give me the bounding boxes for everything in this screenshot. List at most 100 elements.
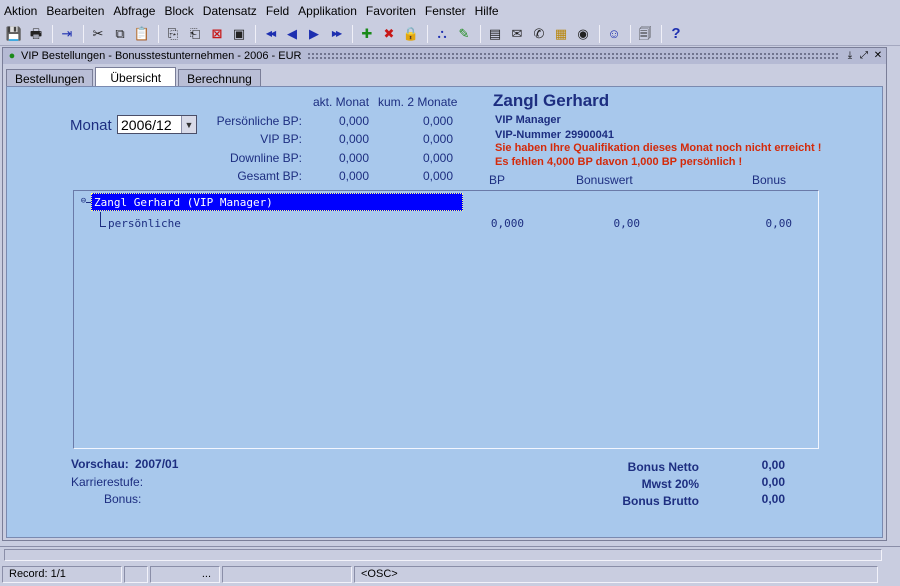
personal-bp-current: 0,000 [338, 114, 369, 128]
month-select[interactable]: 2006/12 ▼ [117, 115, 197, 134]
member-name: Zangl Gerhard [493, 91, 610, 110]
bonus-netto-value: 0,00 [761, 458, 785, 472]
titlebar-grip [307, 52, 838, 60]
missing-bp-warning: Es fehlen 4,000 BP davon 1,000 BP persön… [495, 156, 743, 168]
vip-number-label: VIP-Nummer [495, 129, 562, 141]
minimize-button[interactable]: ⤓ [844, 50, 856, 62]
user-icon[interactable]: ☺ [604, 24, 624, 44]
menu-datensatz[interactable]: Datensatz [203, 4, 257, 18]
toolbar-separator [352, 24, 353, 43]
toolbar-separator [630, 24, 631, 43]
qualification-warning: Sie haben Ihre Qualifikation dieses Mona… [495, 142, 822, 154]
menu-applikation[interactable]: Applikation [298, 4, 357, 18]
menu-favoriten[interactable]: Favoriten [366, 4, 416, 18]
menu-abfrage[interactable]: Abfrage [113, 4, 155, 18]
bonus-netto-label: Bonus Netto [627, 460, 699, 474]
menu-bearbeiten[interactable]: Bearbeiten [46, 4, 104, 18]
menu-feld[interactable]: Feld [266, 4, 289, 18]
report-icon[interactable]: ▤ [485, 24, 505, 44]
tree-child-node[interactable]: persönliche [108, 217, 181, 230]
total-bp-current: 0,000 [338, 169, 369, 183]
toolbar-separator [599, 24, 600, 43]
tree-connector [100, 212, 101, 227]
downline-bp-label: Downline BP: [229, 151, 302, 165]
tree-child-bonuswert: 0,00 [613, 217, 641, 230]
preview-value: 2007/01 [135, 457, 179, 471]
next-record-icon[interactable]: ▶ [304, 24, 324, 44]
tree-col-bp: BP [489, 173, 506, 187]
delete-record-icon[interactable]: ✖ [379, 24, 399, 44]
insert-record-icon[interactable]: ✚ [357, 24, 377, 44]
tree-connector [100, 226, 106, 227]
cancel-query-icon[interactable]: ⊠ [207, 24, 227, 44]
preview-icon[interactable]: ◉ [573, 24, 593, 44]
career-level-label: Karrierestufe: [71, 475, 144, 489]
col-cumulative: kum. 2 Monate [378, 95, 458, 109]
message-field [4, 549, 882, 561]
paste-icon[interactable]: 📋 [132, 24, 152, 44]
tree-child-bonus: 0,00 [765, 217, 793, 230]
last-record-icon[interactable]: ▶▶ [326, 24, 346, 44]
mail-icon[interactable]: ✉ [507, 24, 527, 44]
status-cell-empty [124, 566, 148, 583]
col-current-month: akt. Monat [313, 95, 370, 109]
vip-number: 29900041 [565, 129, 614, 141]
print-icon[interactable]: 🖶 [26, 24, 46, 44]
toolbar-separator [255, 24, 256, 43]
previous-record-icon[interactable]: ◀ [282, 24, 302, 44]
menu-hilfe[interactable]: Hilfe [475, 4, 499, 18]
tree-root-node[interactable]: Zangl Gerhard (VIP Manager) [91, 193, 463, 211]
vip-bp-label: VIP BP: [260, 132, 302, 146]
lock-record-icon[interactable]: 🔒 [401, 24, 421, 44]
mwst-value: 0,00 [761, 475, 785, 489]
execute-query-icon[interactable]: ⎗ [185, 24, 205, 44]
documents-icon[interactable]: 🗐 [635, 24, 655, 44]
toolbar-separator [427, 24, 428, 43]
tree-col-bonus: Bonus [752, 173, 787, 187]
mwst-label: Mwst 20% [641, 477, 699, 491]
edit-icon[interactable]: ✎ [454, 24, 474, 44]
downline-bp-cumulative: 0,000 [422, 151, 453, 165]
count-icon[interactable]: ▣ [229, 24, 249, 44]
tree-child-bp: 0,000 [490, 217, 524, 230]
first-record-icon[interactable]: ◀◀ [260, 24, 280, 44]
status-cell-empty [222, 566, 352, 583]
tree-col-bonuswert: Bonuswert [576, 173, 633, 187]
query-icon[interactable]: ⎘ [163, 24, 183, 44]
restore-button[interactable]: ⤢ [858, 50, 870, 62]
close-button[interactable]: ✕ [872, 50, 884, 62]
window-title: VIP Bestellungen - Bonusstestunternehmen… [21, 50, 302, 62]
window-titlebar: ● VIP Bestellungen - Bonusstestunternehm… [3, 48, 886, 64]
tree-icon[interactable]: ⛬ [432, 24, 452, 44]
toolbar-separator [480, 24, 481, 43]
toolbar-separator [158, 24, 159, 43]
toolbar-separator [52, 24, 53, 43]
cut-icon[interactable]: ✂ [88, 24, 108, 44]
vip-bp-current: 0,000 [338, 132, 369, 146]
calendar-icon[interactable]: ▦ [551, 24, 571, 44]
chevron-down-icon[interactable]: ▼ [181, 116, 196, 133]
menu-aktion[interactable]: Aktion [4, 4, 37, 18]
form-window: ● VIP Bestellungen - Bonusstestunternehm… [2, 47, 887, 541]
overview-panel: Monat 2006/12 ▼ akt. Monat kum. 2 Monate… [6, 86, 883, 538]
tab-berechnung[interactable]: Berechnung [178, 69, 261, 87]
phone-icon[interactable]: ✆ [529, 24, 549, 44]
status-bar: Record: 1/1 ... <OSC> [0, 564, 900, 586]
bonus-tree[interactable]: ⊖ Zangl Gerhard (VIP Manager) persönlich… [73, 190, 819, 449]
toolbar-separator [83, 24, 84, 43]
personal-bp-label: Persönliche BP: [216, 114, 302, 128]
tab-uebersicht[interactable]: Übersicht [95, 67, 177, 87]
downline-bp-current: 0,000 [338, 151, 369, 165]
bonus-label: Bonus: [104, 492, 142, 506]
month-select-value: 2006/12 [121, 116, 172, 133]
vip-bp-cumulative: 0,000 [422, 132, 453, 146]
exit-icon[interactable]: ⇥ [57, 24, 77, 44]
bonus-brutto-label: Bonus Brutto [622, 494, 699, 508]
menu-bar: Aktion Bearbeiten Abfrage Block Datensat… [0, 0, 900, 22]
tab-bestellungen[interactable]: Bestellungen [6, 69, 94, 87]
menu-fenster[interactable]: Fenster [425, 4, 466, 18]
save-icon[interactable]: 💾 [4, 24, 24, 44]
menu-block[interactable]: Block [164, 4, 193, 18]
help-icon[interactable]: ? [666, 24, 686, 44]
copy-icon[interactable]: ⧉ [110, 24, 130, 44]
